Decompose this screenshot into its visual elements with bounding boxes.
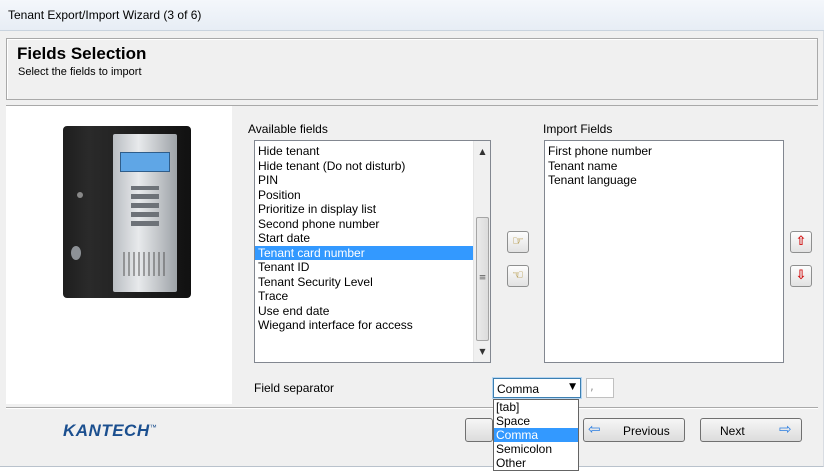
chevron-down-icon[interactable]: ▼	[569, 382, 576, 392]
scroll-up-icon[interactable]: ▲	[474, 143, 491, 160]
list-item[interactable]: Use end date	[255, 304, 473, 319]
wizard-header: Fields Selection Select the fields to im…	[6, 38, 818, 100]
list-item[interactable]: Start date	[255, 231, 473, 246]
list-item[interactable]: Hide tenant (Do not disturb)	[255, 159, 473, 174]
page-title: Fields Selection	[17, 44, 147, 63]
available-fields-label: Available fields	[248, 122, 328, 136]
scroll-thumb[interactable]: ≡	[476, 217, 489, 341]
import-fields-label: Import Fields	[543, 122, 613, 136]
dropdown-option[interactable]: Other	[494, 456, 578, 470]
hand-left-icon: ☜	[512, 268, 524, 283]
arrow-up-icon: ⇧	[795, 234, 807, 249]
title-bar: Tenant Export/Import Wizard (3 of 6)	[0, 0, 824, 31]
wizard-window: Tenant Export/Import Wizard (3 of 6) Fie…	[0, 0, 824, 471]
remove-field-button[interactable]: ☜	[507, 265, 529, 287]
available-fields-list[interactable]: Hide tenant Hide tenant (Do not disturb) P…	[254, 140, 491, 363]
list-item[interactable]: Position	[255, 188, 473, 203]
field-separator-label: Field separator	[254, 381, 335, 395]
field-separator-select[interactable]: Comma ▼	[492, 377, 582, 399]
add-field-button[interactable]: ☞	[507, 231, 529, 253]
intercom-device-image	[63, 126, 191, 298]
list-item[interactable]: PIN	[255, 173, 473, 188]
import-fields-list[interactable]: First phone number Tenant name Tenant lang…	[544, 140, 784, 363]
kantech-logo: KANTECH™	[63, 421, 158, 440]
list-item[interactable]: Tenant card number	[255, 245, 473, 260]
field-separator-value: Comma	[497, 382, 540, 396]
arrow-down-icon: ⇩	[795, 268, 807, 283]
list-item[interactable]: Trace	[255, 289, 473, 304]
dropdown-option[interactable]: Semicolon	[494, 442, 578, 456]
arrow-right-icon: ⇨	[779, 421, 792, 438]
previous-button[interactable]: ⇦ Previous	[583, 418, 685, 442]
dropdown-option[interactable]: [tab]	[494, 400, 578, 414]
dropdown-option[interactable]: Space	[494, 414, 578, 428]
move-down-button[interactable]: ⇩	[790, 265, 812, 287]
list-item[interactable]: Tenant name	[545, 159, 783, 174]
device-image	[6, 106, 232, 404]
hand-right-icon: ☞	[512, 234, 524, 249]
list-item[interactable]: Wiegand interface for access	[255, 318, 473, 333]
cancel-button[interactable]	[465, 418, 493, 442]
list-item[interactable]: Hide tenant	[255, 144, 473, 159]
window-title: Tenant Export/Import Wizard (3 of 6)	[8, 8, 202, 22]
separator-char-field[interactable]: ,	[586, 378, 614, 398]
list-item[interactable]: Tenant Security Level	[255, 275, 473, 290]
available-fields-scrollbar[interactable]: ▲ ≡ ▼	[473, 141, 490, 362]
dropdown-option[interactable]: Comma	[494, 428, 578, 442]
next-button[interactable]: Next ⇨	[700, 418, 802, 442]
arrow-left-icon: ⇦	[588, 421, 601, 438]
list-item[interactable]: Tenant language	[545, 173, 783, 188]
list-item[interactable]: Second phone number	[255, 217, 473, 232]
page-subtitle: Select the fields to import	[18, 66, 142, 78]
field-separator-dropdown[interactable]: [tab] Space Comma Semicolon Other	[493, 399, 579, 471]
move-up-button[interactable]: ⇧	[790, 231, 812, 253]
scroll-down-icon[interactable]: ▼	[474, 343, 491, 360]
list-item[interactable]: Prioritize in display list	[255, 202, 473, 217]
list-item[interactable]: First phone number	[545, 144, 783, 159]
list-item[interactable]: Tenant ID	[255, 260, 473, 275]
